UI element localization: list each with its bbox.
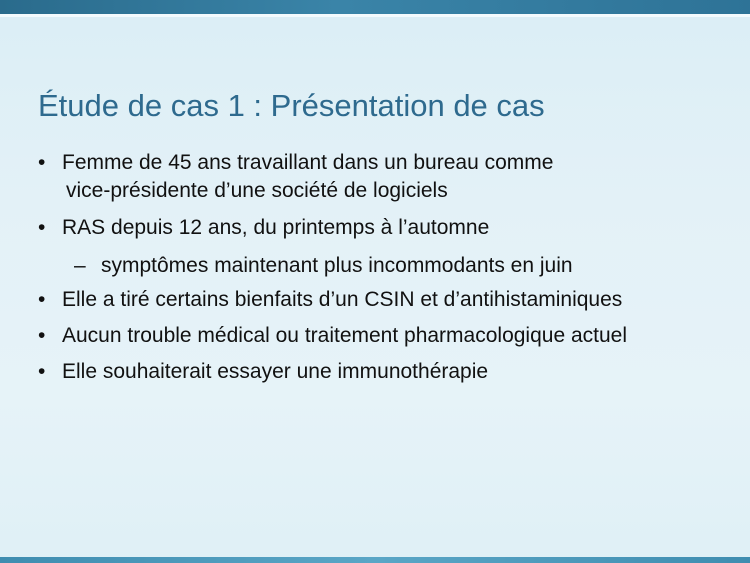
bullet-text: Femme de 45 ans travaillant dans un bure… bbox=[62, 151, 554, 174]
dash-icon: – bbox=[74, 254, 86, 277]
bullet-icon: • bbox=[38, 360, 46, 383]
sub-bullet-text: symptômes maintenant plus incommodants e… bbox=[101, 254, 573, 277]
bullet-list: • Femme de 45 ans travaillant dans un bu… bbox=[0, 0, 750, 563]
bullet-text: Aucun trouble médical ou traitement phar… bbox=[62, 324, 628, 347]
bullet-icon: • bbox=[38, 288, 46, 311]
bullet-text: Elle a tiré certains bienfaits d’un CSIN… bbox=[62, 288, 623, 311]
slide: Étude de cas 1 : Présentation de cas • F… bbox=[0, 0, 750, 563]
bullet-text-continuation: vice-présidente d’une société de logicie… bbox=[66, 179, 448, 202]
bullet-icon: • bbox=[38, 216, 46, 239]
bullet-text: Elle souhaiterait essayer une immunothér… bbox=[62, 360, 489, 383]
bullet-icon: • bbox=[38, 151, 46, 174]
bottom-footer-bar bbox=[0, 557, 750, 563]
bullet-icon: • bbox=[38, 324, 46, 347]
bullet-text: RAS depuis 12 ans, du printemps à l’auto… bbox=[62, 216, 490, 239]
